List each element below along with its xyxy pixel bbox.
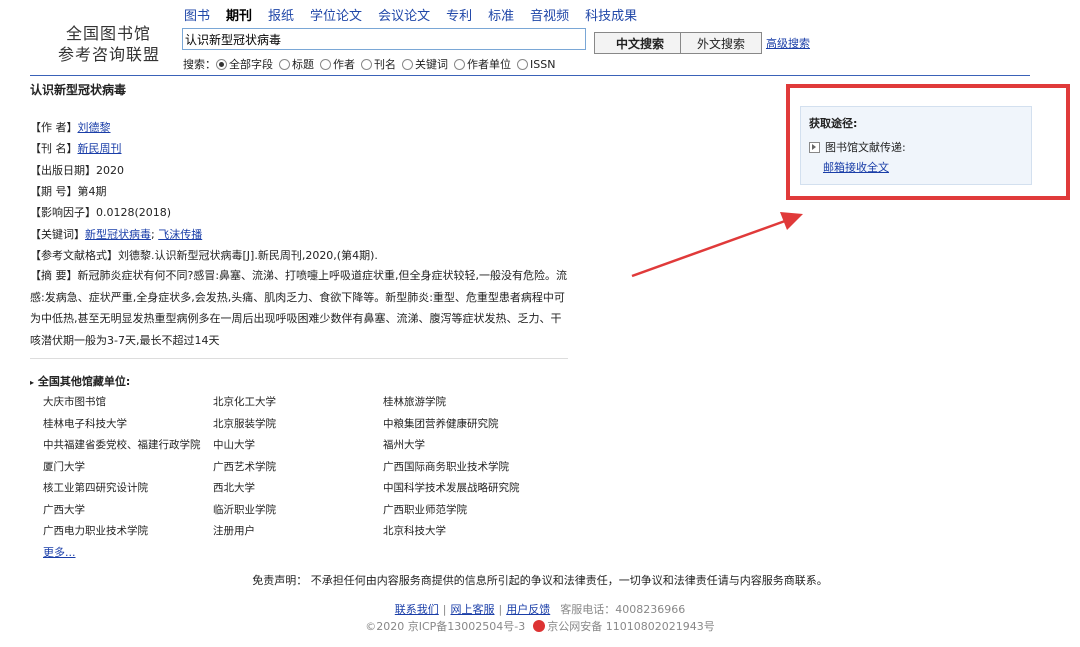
- annotation-arrow-icon: [631, 212, 803, 278]
